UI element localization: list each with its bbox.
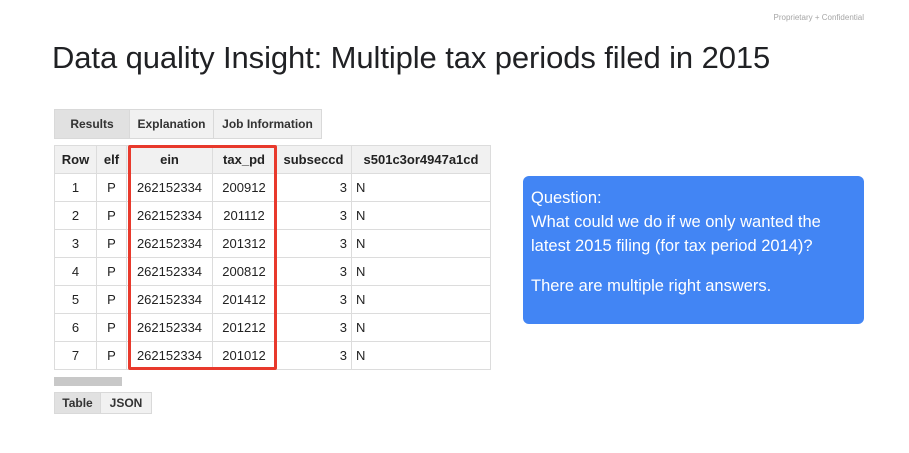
table-row: 3 P 262152334 201312 3 N: [54, 229, 491, 258]
tab-explanation[interactable]: Explanation: [130, 110, 214, 138]
cell-row: 4: [54, 257, 97, 286]
column-header-subseccd: subseccd: [275, 145, 352, 174]
view-table-button[interactable]: Table: [55, 393, 101, 413]
cell-row: 6: [54, 313, 97, 342]
cell-tax-pd: 200912: [212, 173, 276, 202]
cell-elf: P: [96, 257, 127, 286]
slide-title: Data quality Insight: Multiple tax perio…: [52, 40, 771, 75]
cell-subseccd: 3: [275, 257, 352, 286]
cell-ein: 262152334: [126, 257, 213, 286]
cell-elf: P: [96, 201, 127, 230]
cell-s501c3or4947a1cd: N: [351, 173, 491, 202]
cell-ein: 262152334: [126, 313, 213, 342]
cell-tax-pd: 200812: [212, 257, 276, 286]
callout-heading: Question:: [531, 189, 602, 207]
cell-s501c3or4947a1cd: N: [351, 257, 491, 286]
cell-tax-pd: 201212: [212, 313, 276, 342]
cell-subseccd: 3: [275, 313, 352, 342]
cell-tax-pd: 201112: [212, 201, 276, 230]
cell-s501c3or4947a1cd: N: [351, 285, 491, 314]
cell-elf: P: [96, 229, 127, 258]
view-toggle: Table JSON: [54, 392, 152, 414]
callout-question: What could we do if we only wanted the l…: [531, 213, 821, 255]
cell-row: 5: [54, 285, 97, 314]
cell-ein: 262152334: [126, 173, 213, 202]
cell-subseccd: 3: [275, 201, 352, 230]
confidential-label: Proprietary + Confidential: [773, 13, 865, 22]
cell-subseccd: 3: [275, 229, 352, 258]
column-header-elf: elf: [96, 145, 127, 174]
cell-row: 7: [54, 341, 97, 370]
view-json-button[interactable]: JSON: [101, 393, 151, 413]
cell-s501c3or4947a1cd: N: [351, 341, 491, 370]
cell-s501c3or4947a1cd: N: [351, 201, 491, 230]
callout-note: There are multiple right answers.: [531, 277, 772, 295]
cell-ein: 262152334: [126, 201, 213, 230]
cell-ein: 262152334: [126, 341, 213, 370]
cell-tax-pd: 201012: [212, 341, 276, 370]
table-row: 2 P 262152334 201112 3 N: [54, 201, 491, 230]
column-header-tax-pd: tax_pd: [212, 145, 276, 174]
cell-ein: 262152334: [126, 285, 213, 314]
horizontal-scrollbar[interactable]: [54, 377, 122, 386]
tab-results[interactable]: Results: [55, 110, 130, 138]
results-tab-bar: Results Explanation Job Information: [54, 109, 322, 139]
cell-elf: P: [96, 313, 127, 342]
cell-row: 2: [54, 201, 97, 230]
column-header-ein: ein: [126, 145, 213, 174]
cell-row: 1: [54, 173, 97, 202]
column-header-row: Row: [54, 145, 97, 174]
cell-subseccd: 3: [275, 341, 352, 370]
tab-job-information[interactable]: Job Information: [214, 110, 321, 138]
column-header-s501c3or4947a1cd: s501c3or4947a1cd: [351, 145, 491, 174]
table-row: 4 P 262152334 200812 3 N: [54, 257, 491, 286]
table-row: 7 P 262152334 201012 3 N: [54, 341, 491, 370]
cell-tax-pd: 201312: [212, 229, 276, 258]
cell-row: 3: [54, 229, 97, 258]
cell-tax-pd: 201412: [212, 285, 276, 314]
question-callout: Question: What could we do if we only wa…: [523, 176, 864, 324]
table-row: 6 P 262152334 201212 3 N: [54, 313, 491, 342]
cell-elf: P: [96, 341, 127, 370]
cell-subseccd: 3: [275, 285, 352, 314]
cell-subseccd: 3: [275, 173, 352, 202]
cell-elf: P: [96, 285, 127, 314]
cell-s501c3or4947a1cd: N: [351, 229, 491, 258]
cell-ein: 262152334: [126, 229, 213, 258]
results-table: Row elf ein tax_pd subseccd s501c3or4947…: [54, 145, 491, 370]
table-row: 5 P 262152334 201412 3 N: [54, 285, 491, 314]
table-header-row: Row elf ein tax_pd subseccd s501c3or4947…: [54, 145, 491, 174]
table-row: 1 P 262152334 200912 3 N: [54, 173, 491, 202]
cell-elf: P: [96, 173, 127, 202]
cell-s501c3or4947a1cd: N: [351, 313, 491, 342]
